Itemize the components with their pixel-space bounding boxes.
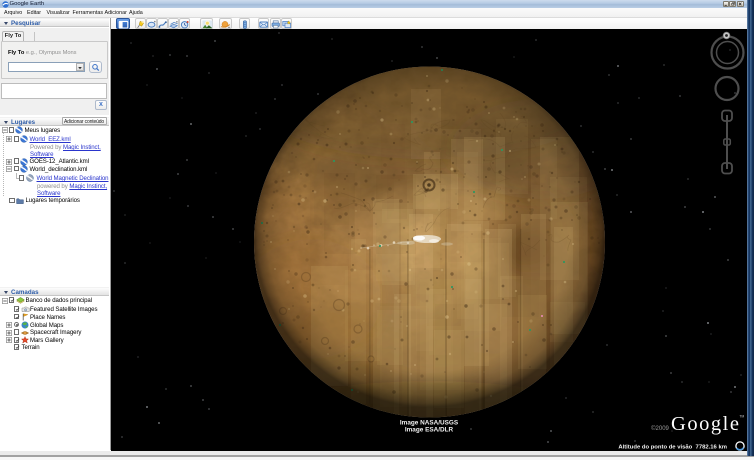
svg-text:Image NASA/USGS: Image NASA/USGS (399, 419, 458, 426)
svg-text:©2009: ©2009 (651, 425, 669, 432)
svg-text:Altitude do ponto de visão 77: Altitude do ponto de visão 7782.16 km (618, 444, 727, 450)
svg-text:TM: TM (739, 414, 744, 418)
svg-text:Image ESA/DLR: Image ESA/DLR (404, 426, 453, 433)
